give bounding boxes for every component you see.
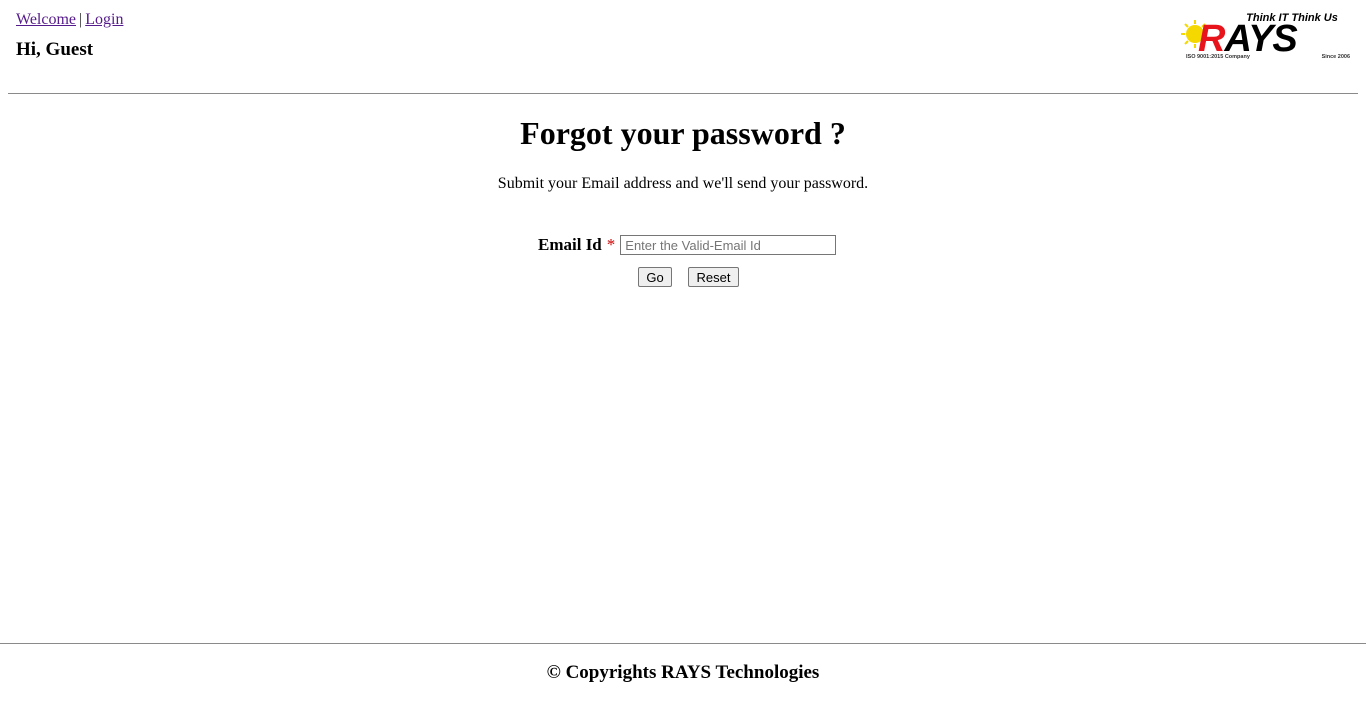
page: Welcome | Login Hi, Guest Think IT Think U… [0, 0, 1366, 705]
footer-divider [0, 643, 1366, 644]
reset-button[interactable]: Reset [688, 267, 739, 287]
email-row: Email Id * [538, 234, 837, 256]
header-divider [8, 93, 1358, 94]
nav-separator: | [79, 11, 83, 28]
top-nav: Welcome | Login [16, 11, 123, 29]
go-button[interactable]: Go [638, 267, 672, 287]
login-link[interactable]: Login [85, 11, 123, 28]
rays-logo: Think IT Think Us RAYS ISO 9001:2015 Com… [1181, 12, 1350, 60]
email-input[interactable] [620, 235, 837, 255]
logo-iso: ISO 9001:2015 Company [1186, 54, 1251, 60]
logo-since: Since 2006 [1322, 54, 1350, 60]
page-subtitle: Submit your Email address and we'll send… [497, 175, 869, 192]
greeting-text: Hi, Guest [16, 39, 94, 60]
page-title: Forgot your password ? [520, 115, 846, 151]
footer-copyright: © Copyrights RAYS Technologies [546, 662, 820, 683]
email-label: Email Id [538, 235, 602, 254]
welcome-link[interactable]: Welcome [16, 11, 76, 28]
required-marker: * [606, 235, 616, 254]
